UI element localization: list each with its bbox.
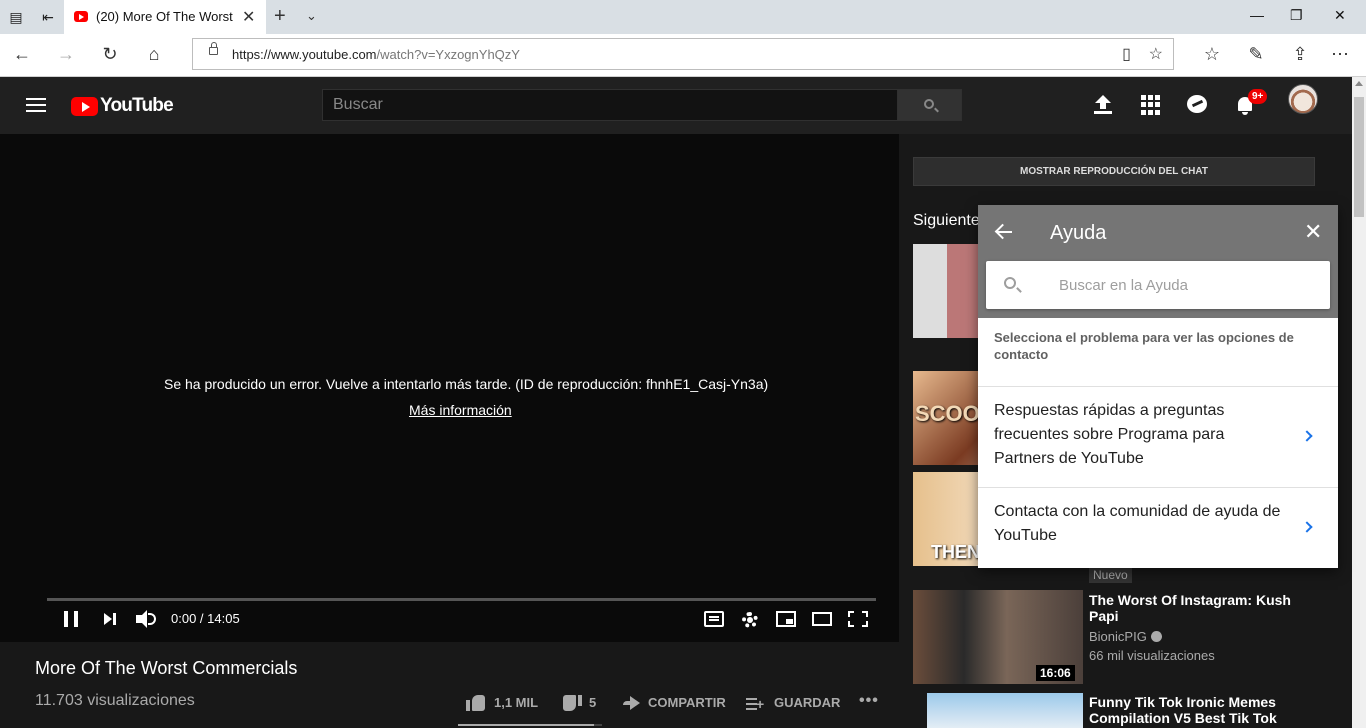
save-button[interactable]: GUARDAR	[774, 695, 840, 710]
page-scrollbar[interactable]	[1352, 77, 1366, 728]
share-icon[interactable]	[622, 696, 640, 710]
menu-icon[interactable]	[26, 98, 46, 112]
share-browser-icon[interactable]: ⇪	[1288, 44, 1312, 65]
tab-actions-icon[interactable]: ▤	[6, 7, 26, 27]
channel-name[interactable]: BionicPIG	[1089, 629, 1162, 644]
scroll-up-icon[interactable]	[1355, 81, 1363, 86]
more-actions-icon[interactable]: •••	[859, 692, 879, 710]
upload-icon[interactable]	[1092, 94, 1114, 116]
back-icon[interactable]: ←	[10, 44, 34, 65]
help-subtitle: Selecciona el problema para ver las opci…	[994, 330, 1294, 362]
tab-preview-chevron-icon[interactable]: ⌄	[306, 8, 317, 24]
apps-icon[interactable]	[1140, 94, 1162, 116]
more-icon[interactable]: ⋯	[1328, 44, 1352, 65]
new-badge: Nuevo	[1089, 567, 1132, 583]
next-button[interactable]	[104, 611, 118, 627]
sidebar-video-title[interactable]: The Worst Of Instagram: Kush Papi	[1089, 592, 1299, 624]
dislike-icon[interactable]	[562, 694, 582, 712]
youtube-masthead: YouTube Buscar	[0, 77, 1352, 134]
help-panel: Ayuda ✕ Buscar en la Ayuda Selecciona el…	[978, 205, 1338, 568]
duration-badge: 16:06	[1036, 665, 1075, 681]
youtube-play-icon	[71, 97, 98, 116]
search-icon	[1004, 277, 1016, 289]
settings-icon[interactable]	[742, 612, 758, 628]
video-thumbnail[interactable]	[927, 693, 1083, 728]
progress-bar[interactable]	[47, 598, 876, 601]
like-ratio-bar	[458, 724, 602, 726]
search-icon	[924, 99, 934, 109]
video-player[interactable]: Se ha producido un error. Vuelve a inten…	[0, 134, 899, 642]
help-search-placeholder: Buscar en la Ayuda	[1059, 277, 1188, 294]
notes-icon[interactable]: ✎	[1244, 44, 1268, 65]
youtube-favicon-icon	[74, 11, 88, 22]
home-icon[interactable]: ⌂	[142, 44, 166, 65]
up-next-heading: Siguiente	[913, 212, 980, 229]
chat-replay-button[interactable]: MOSTRAR REPRODUCCIÓN DEL CHAT	[913, 157, 1315, 186]
close-icon[interactable]: ✕	[1304, 221, 1322, 243]
window-close-icon[interactable]: ✕	[1334, 7, 1346, 24]
dislike-count[interactable]: 5	[589, 695, 596, 710]
save-playlist-icon[interactable]	[746, 697, 764, 711]
lock-icon	[209, 42, 218, 55]
favorites-icon[interactable]: ☆	[1200, 44, 1224, 65]
search-input[interactable]: Buscar	[322, 89, 898, 121]
tab-close-icon[interactable]: ✕	[242, 7, 255, 27]
thumbnail-text: SCOO	[915, 401, 980, 426]
logo-text: YouTube	[100, 95, 174, 116]
new-tab-icon[interactable]: +	[274, 5, 286, 28]
sidebar-video-title[interactable]: Funny Tik Tok Ironic Memes Compilation V…	[1089, 694, 1294, 728]
reading-view-icon[interactable]: ▯ ☆	[1122, 44, 1163, 64]
refresh-icon[interactable]: ↻	[98, 44, 122, 65]
theater-mode-icon[interactable]	[812, 612, 832, 626]
messages-icon[interactable]	[1186, 94, 1208, 116]
url-text: https://www.youtube.com/watch?v=YxzognYh…	[232, 47, 520, 62]
miniplayer-icon[interactable]	[776, 611, 796, 627]
avatar[interactable]	[1288, 84, 1318, 114]
volume-button[interactable]	[136, 609, 158, 629]
tab-youtube[interactable]: (20) More Of The Worst ✕	[64, 0, 266, 34]
set-aside-tabs-icon[interactable]: ⇤	[38, 7, 58, 27]
address-bar[interactable]: https://www.youtube.com/watch?v=YxzognYh…	[192, 38, 1174, 70]
help-option-faq[interactable]: Respuestas rápidas a preguntas frecuente…	[978, 386, 1338, 487]
browser-tab-bar: ▤ ⇤ (20) More Of The Worst ✕ + ⌄ — ❐ ✕	[0, 0, 1366, 34]
help-title: Ayuda	[1050, 222, 1107, 244]
back-arrow-icon[interactable]	[994, 223, 1012, 241]
minimize-icon[interactable]: —	[1250, 7, 1264, 23]
like-count[interactable]: 1,1 MIL	[494, 695, 538, 710]
pause-button[interactable]	[64, 611, 78, 627]
restore-icon[interactable]: ❐	[1290, 7, 1303, 24]
share-button[interactable]: COMPARTIR	[648, 695, 726, 710]
browser-nav-bar: ← → ↻ ⌂ https://www.youtube.com/watch?v=…	[0, 34, 1366, 77]
more-info-link[interactable]: Más información	[409, 402, 512, 418]
scrollbar-thumb[interactable]	[1354, 97, 1364, 217]
sidebar-video-views: 66 mil visualizaciones	[1089, 648, 1215, 663]
video-title: More Of The Worst Commercials	[35, 658, 298, 678]
help-option-community[interactable]: Contacta con la comunidad de ayuda de Yo…	[978, 487, 1338, 568]
error-message: Se ha producido un error. Vuelve a inten…	[164, 376, 769, 392]
chevron-right-icon	[1301, 430, 1313, 442]
verified-icon	[1150, 631, 1162, 642]
help-search-input[interactable]: Buscar en la Ayuda	[986, 261, 1330, 309]
time-display: 0:00 / 14:05	[171, 611, 240, 626]
fullscreen-icon[interactable]	[848, 611, 868, 627]
thumbnail-text: THEN	[931, 542, 980, 562]
help-header: Ayuda ✕ Buscar en la Ayuda	[978, 205, 1338, 318]
chevron-right-icon	[1301, 521, 1313, 533]
search-button[interactable]	[897, 89, 962, 121]
like-icon[interactable]	[466, 694, 486, 712]
tab-title: (20) More Of The Worst	[96, 9, 233, 24]
forward-icon[interactable]: →	[54, 44, 78, 65]
subtitles-icon[interactable]	[704, 611, 724, 627]
help-option-label: Respuestas rápidas a preguntas frecuente…	[994, 402, 1225, 467]
notification-badge: 9+	[1248, 89, 1268, 104]
view-count: 11.703 visualizaciones	[35, 692, 195, 709]
help-option-label: Contacta con la comunidad de ayuda de Yo…	[994, 503, 1281, 544]
